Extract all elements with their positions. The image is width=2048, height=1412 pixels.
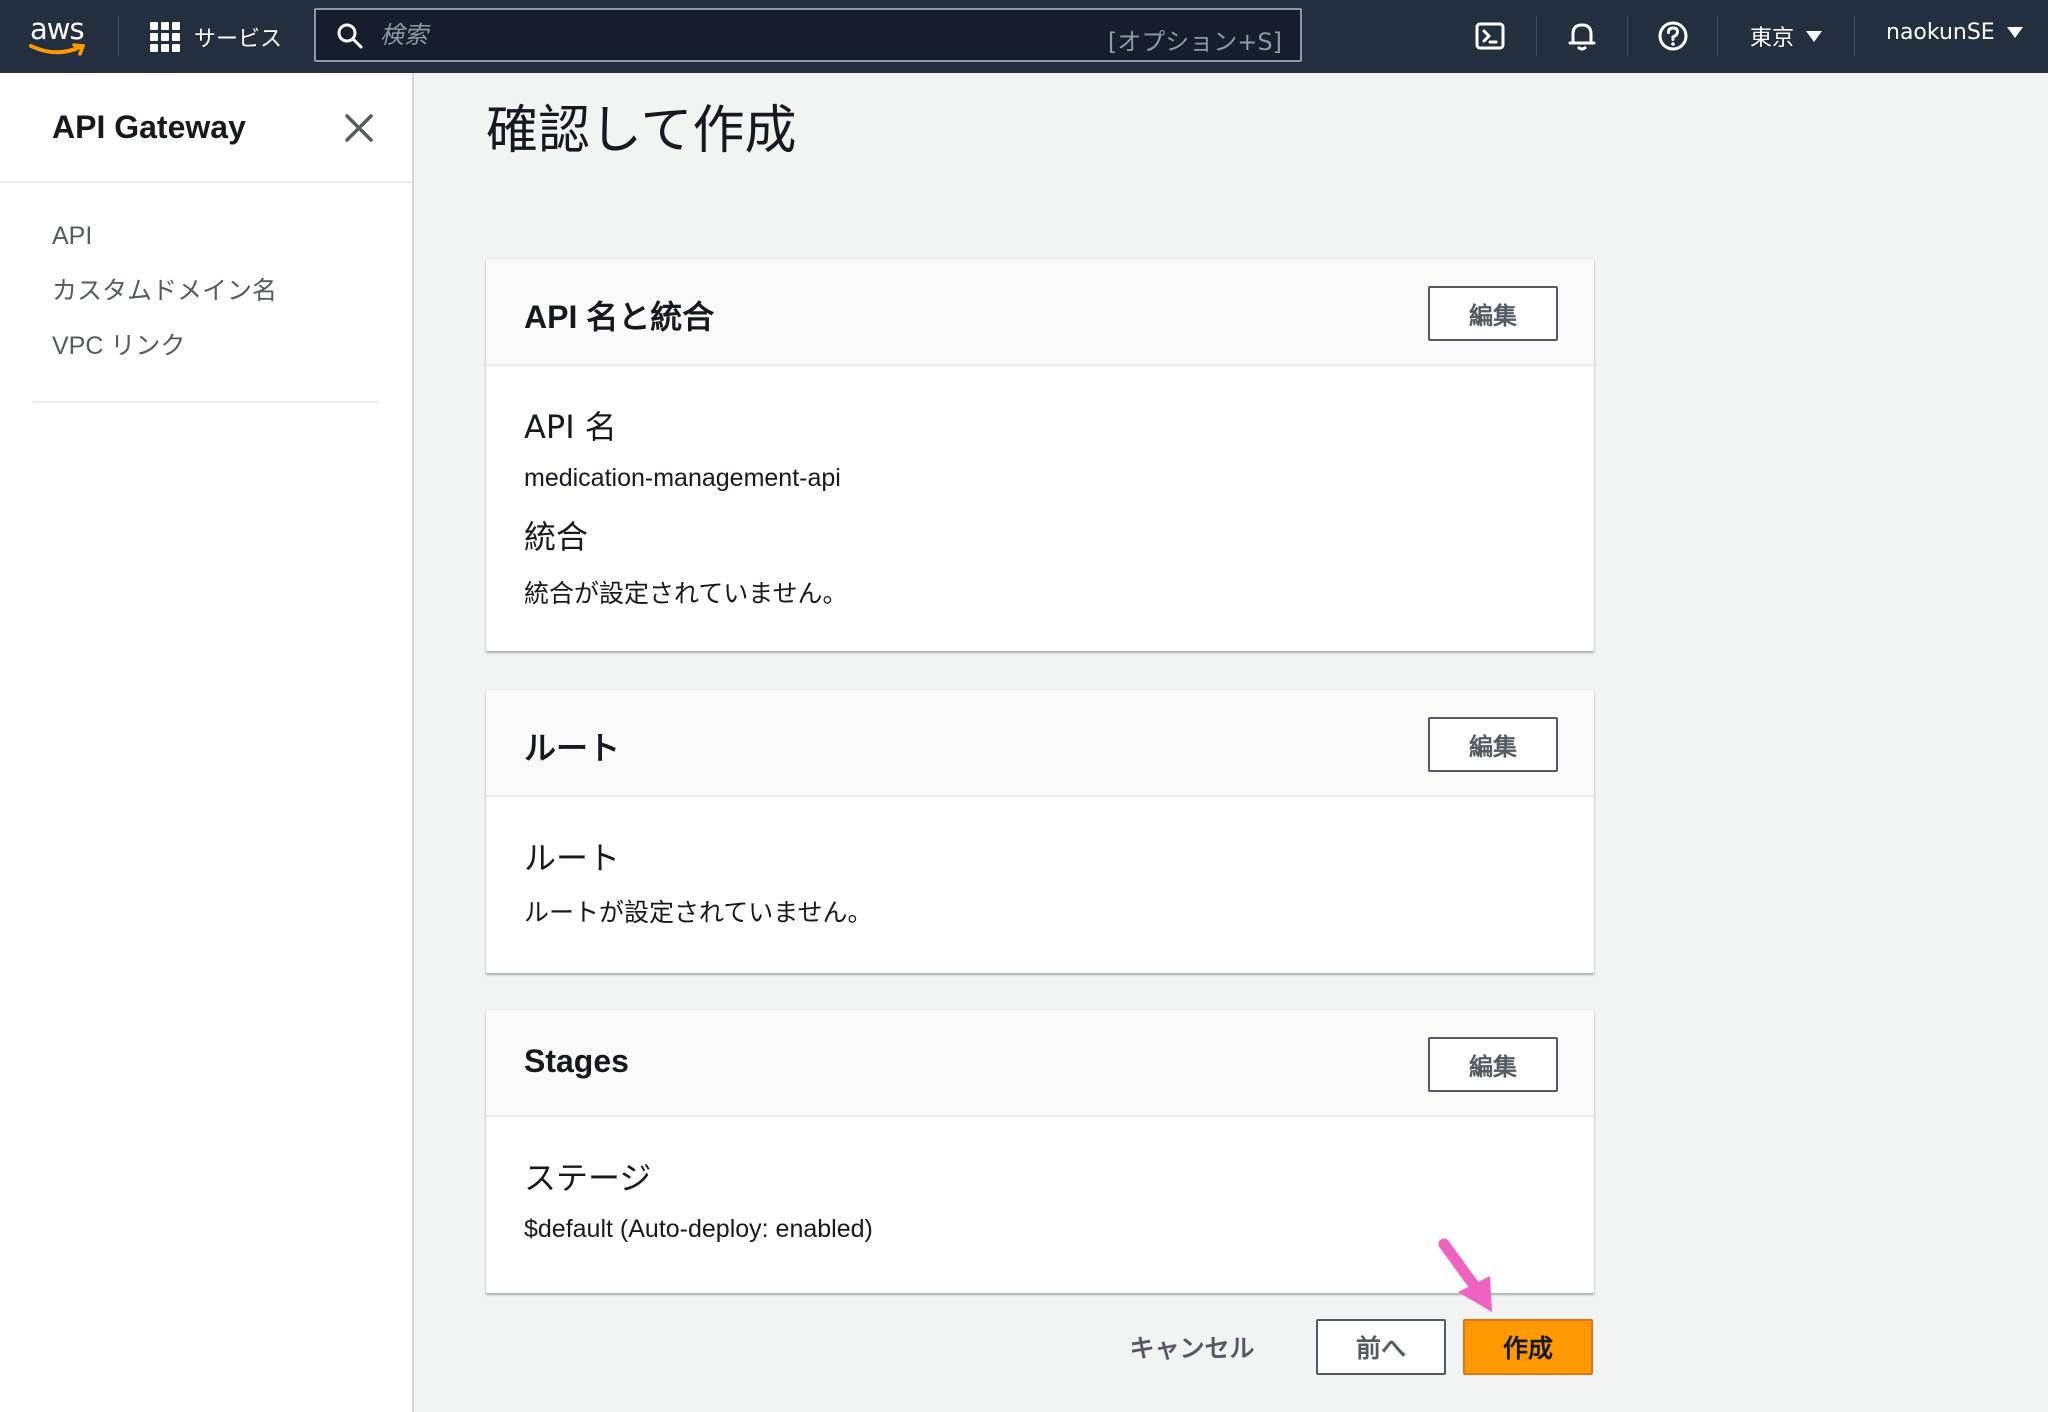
cloudshell-icon[interactable] [1473,19,1507,53]
search-icon [337,23,363,49]
divider [1854,16,1855,56]
sidebar-item-api[interactable]: API [52,209,277,264]
field-label: API 名 [524,408,617,446]
sidebar-item-custom-domain-names[interactable]: カスタムドメイン名 [52,264,277,319]
cancel-button[interactable]: キャンセル [1112,1319,1272,1375]
sidebar-item-vpc-links[interactable]: VPC リンク [52,319,277,374]
section-api-name-and-integrations: API 名と統合 編集 API 名 medication-management-… [486,259,1594,651]
region-selector[interactable]: 東京 [1750,20,1823,52]
bell-icon[interactable] [1565,19,1599,53]
field-value: 統合が設定されていません。 [524,580,848,608]
help-icon[interactable] [1656,19,1690,53]
section-routes: ルート 編集 ルート ルートが設定されていません。 [486,690,1594,973]
edit-button[interactable]: 編集 [1428,1037,1558,1092]
region-label: 東京 [1750,26,1795,51]
search-input[interactable] [380,18,980,52]
divider [0,181,412,183]
top-navigation-bar: aws サービス [オプション+S] 東京 [0,0,2048,73]
annotation-arrow-icon [1438,1238,1492,1312]
aws-logo-text: aws [30,12,85,46]
divider [1627,16,1628,56]
caret-down-icon [1806,30,1823,42]
field-value: medication-management-api [524,464,841,492]
services-menu-button[interactable]: サービス [150,19,282,55]
field-label: 統合 [524,518,589,556]
edit-button[interactable]: 編集 [1428,286,1558,341]
previous-button[interactable]: 前へ [1316,1319,1446,1375]
section-header: ルート 編集 [486,690,1594,797]
field-label: ルート [524,839,621,877]
divider [33,401,379,403]
close-icon[interactable] [342,111,376,145]
field-value: ルートが設定されていません。 [524,899,873,927]
caret-down-icon [2006,27,2023,38]
sidebar: API Gateway API カスタムドメイン名 VPC リンク [0,73,414,1412]
search-box[interactable]: [オプション+S] [314,8,1302,62]
section-title: Stages [524,1043,629,1079]
section-title: ルート [524,730,621,766]
section-stages: Stages 編集 ステージ $default (Auto-deploy: en… [486,1010,1594,1293]
aws-logo[interactable]: aws [28,12,92,60]
account-menu[interactable]: naokunSE [1886,20,2023,45]
account-name: naokunSE [1886,20,1995,45]
grid-icon [150,22,180,52]
section-header: API 名と統合 編集 [486,259,1594,366]
divider [1717,16,1718,56]
sidebar-title: API Gateway [52,109,246,145]
aws-smile-icon [29,43,86,56]
search-shortcut-hint: [オプション+S] [1107,28,1282,56]
field-value: $default (Auto-deploy: enabled) [524,1215,873,1243]
services-label: サービス [194,27,283,52]
section-title: API 名と統合 [524,299,715,335]
divider [118,16,119,56]
sidebar-nav: API カスタムドメイン名 VPC リンク [52,209,277,374]
section-header: Stages 編集 [486,1010,1594,1117]
field-label: ステージ [524,1159,652,1197]
page-title: 確認して作成 [486,101,797,161]
divider [1536,16,1537,56]
create-button[interactable]: 作成 [1463,1319,1593,1375]
edit-button[interactable]: 編集 [1428,717,1558,772]
